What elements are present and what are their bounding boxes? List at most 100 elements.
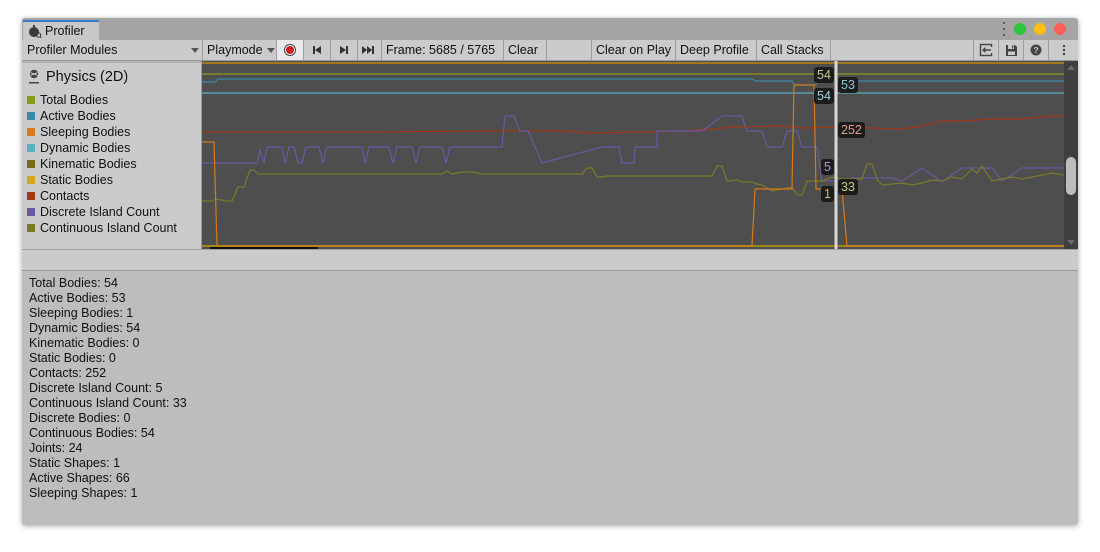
tab-profiler[interactable]: Profiler bbox=[23, 20, 99, 40]
next-frame-button[interactable] bbox=[331, 40, 358, 60]
previous-frame-button[interactable] bbox=[304, 40, 331, 60]
scroll-up-icon[interactable] bbox=[1067, 65, 1075, 70]
deep-profile-toggle[interactable]: Deep Profile bbox=[676, 40, 757, 60]
stat-line: Continuous Island Count: 33 bbox=[29, 396, 187, 410]
window-menu-icon[interactable] bbox=[1002, 22, 1006, 36]
profiler-modules-dropdown[interactable]: Profiler Modules bbox=[22, 40, 202, 60]
stat-line: Sleeping Bodies: 1 bbox=[29, 306, 134, 320]
stat-line: Discrete Bodies: 0 bbox=[29, 411, 131, 425]
legend-item[interactable]: Dynamic Bodies bbox=[27, 140, 177, 156]
value-label: 33 bbox=[838, 179, 858, 195]
load-icon bbox=[979, 43, 993, 57]
clear-button[interactable]: Clear bbox=[504, 40, 547, 60]
profiler-toolbar: Profiler Modules Playmode Frame: 5685 / … bbox=[22, 40, 1078, 61]
stat-line: Dynamic Bodies: 54 bbox=[29, 321, 141, 335]
chevron-down-icon bbox=[191, 48, 199, 53]
record-button[interactable] bbox=[277, 40, 304, 60]
legend-label: Contacts bbox=[40, 189, 90, 203]
stat-line: Static Bodies: 0 bbox=[29, 351, 116, 365]
legend-label: Active Bodies bbox=[40, 109, 116, 123]
panel-splitter[interactable] bbox=[22, 249, 1078, 271]
physics-chart[interactable]: 54 53 54 252 5 33 1 bbox=[202, 61, 1064, 249]
help-button[interactable]: ? bbox=[1023, 40, 1048, 60]
svg-text:?: ? bbox=[1033, 45, 1038, 55]
legend-swatch bbox=[27, 176, 35, 184]
clear-on-play-label: Clear on Play bbox=[596, 43, 672, 57]
module-title-label: Physics (2D) bbox=[46, 69, 129, 85]
legend-swatch bbox=[27, 144, 35, 152]
series-line-active-bodies bbox=[202, 78, 1064, 86]
legend-swatch bbox=[27, 128, 35, 136]
stat-line: Continuous Bodies: 54 bbox=[29, 426, 155, 440]
call-stacks-label: Call Stacks bbox=[761, 43, 824, 57]
playmode-label: Playmode bbox=[207, 43, 263, 57]
frame-counter: Frame: 5685 / 5765 bbox=[382, 40, 504, 60]
legend-swatch bbox=[27, 192, 35, 200]
clear-on-play-toggle[interactable]: Clear on Play bbox=[592, 40, 676, 60]
module-legend-panel: Physics (2D) Total Bodies Active Bodies Sl… bbox=[22, 61, 202, 249]
stat-line: Total Bodies: 54 bbox=[29, 276, 118, 290]
chart-legend: Total Bodies Active Bodies Sleeping Bodies… bbox=[27, 92, 177, 236]
stat-line: Joints: 24 bbox=[29, 441, 83, 455]
playmode-dropdown[interactable]: Playmode bbox=[202, 40, 277, 60]
chart-scrollbar[interactable] bbox=[1064, 61, 1078, 249]
legend-item[interactable]: Continuous Island Count bbox=[27, 220, 177, 236]
current-frame-button[interactable] bbox=[355, 40, 382, 60]
clear-label: Clear bbox=[508, 43, 538, 57]
value-label: 5 bbox=[821, 159, 834, 175]
help-icon: ? bbox=[1030, 44, 1042, 56]
legend-label: Static Bodies bbox=[40, 173, 113, 187]
chevron-down-icon bbox=[266, 47, 275, 53]
legend-item[interactable]: Contacts bbox=[27, 188, 177, 204]
scroll-down-icon[interactable] bbox=[1067, 240, 1075, 245]
legend-swatch bbox=[27, 208, 35, 216]
scrollbar-thumb[interactable] bbox=[1066, 157, 1076, 195]
legend-item[interactable]: Discrete Island Count bbox=[27, 204, 177, 220]
legend-item[interactable]: Static Bodies bbox=[27, 172, 177, 188]
call-stacks-toggle[interactable]: Call Stacks bbox=[757, 40, 831, 60]
more-icon bbox=[1062, 44, 1065, 56]
value-label: 53 bbox=[838, 77, 858, 93]
step-forward-icon bbox=[340, 46, 348, 54]
legend-item[interactable]: Sleeping Bodies bbox=[27, 124, 177, 140]
stat-line: Active Shapes: 66 bbox=[29, 471, 130, 485]
close-button[interactable] bbox=[1054, 23, 1066, 35]
stat-line: Kinematic Bodies: 0 bbox=[29, 336, 140, 350]
stat-line: Active Bodies: 53 bbox=[29, 291, 126, 305]
legend-label: Continuous Island Count bbox=[40, 221, 177, 235]
legend-label: Dynamic Bodies bbox=[40, 141, 131, 155]
minimize-button[interactable] bbox=[1034, 23, 1046, 35]
legend-swatch bbox=[27, 160, 35, 168]
legend-item[interactable]: Active Bodies bbox=[27, 108, 177, 124]
stat-line: Sleeping Shapes: 1 bbox=[29, 486, 138, 500]
legend-label: Total Bodies bbox=[40, 93, 109, 107]
legend-swatch bbox=[27, 112, 35, 120]
tab-title: Profiler bbox=[45, 24, 85, 38]
maximize-button[interactable] bbox=[1014, 23, 1026, 35]
stat-line: Contacts: 252 bbox=[29, 366, 107, 380]
value-label: 54 bbox=[814, 88, 834, 104]
physics2d-icon bbox=[29, 69, 39, 84]
legend-label: Discrete Island Count bbox=[40, 205, 160, 219]
details-panel: Total Bodies: 54 Active Bodies: 53 Sleepin… bbox=[22, 271, 1078, 525]
deep-profile-label: Deep Profile bbox=[680, 43, 749, 57]
module-title[interactable]: Physics (2D) bbox=[28, 69, 128, 85]
stat-line: Static Shapes: 1 bbox=[29, 456, 121, 470]
legend-label: Sleeping Bodies bbox=[40, 125, 131, 139]
value-label: 252 bbox=[838, 122, 865, 138]
profiler-modules-label: Profiler Modules bbox=[27, 43, 118, 57]
series-line-sleeping-bodies bbox=[202, 84, 1064, 247]
chart-canvas[interactable] bbox=[202, 61, 1064, 249]
save-button[interactable] bbox=[998, 40, 1023, 60]
legend-swatch bbox=[27, 224, 35, 232]
profiler-window: Profiler Profiler Modules Playmode Frame… bbox=[22, 18, 1078, 525]
legend-item[interactable]: Kinematic Bodies bbox=[27, 156, 177, 172]
stats-list: Total Bodies: 54 Active Bodies: 53 Sleepin… bbox=[29, 276, 187, 501]
more-options-button[interactable] bbox=[1048, 40, 1078, 60]
record-icon bbox=[284, 44, 296, 56]
load-button[interactable] bbox=[973, 40, 998, 60]
series-line-contacts bbox=[202, 115, 1064, 134]
series-line-discrete-island-count bbox=[202, 115, 1064, 183]
value-label: 54 bbox=[814, 67, 834, 83]
legend-item[interactable]: Total Bodies bbox=[27, 92, 177, 108]
